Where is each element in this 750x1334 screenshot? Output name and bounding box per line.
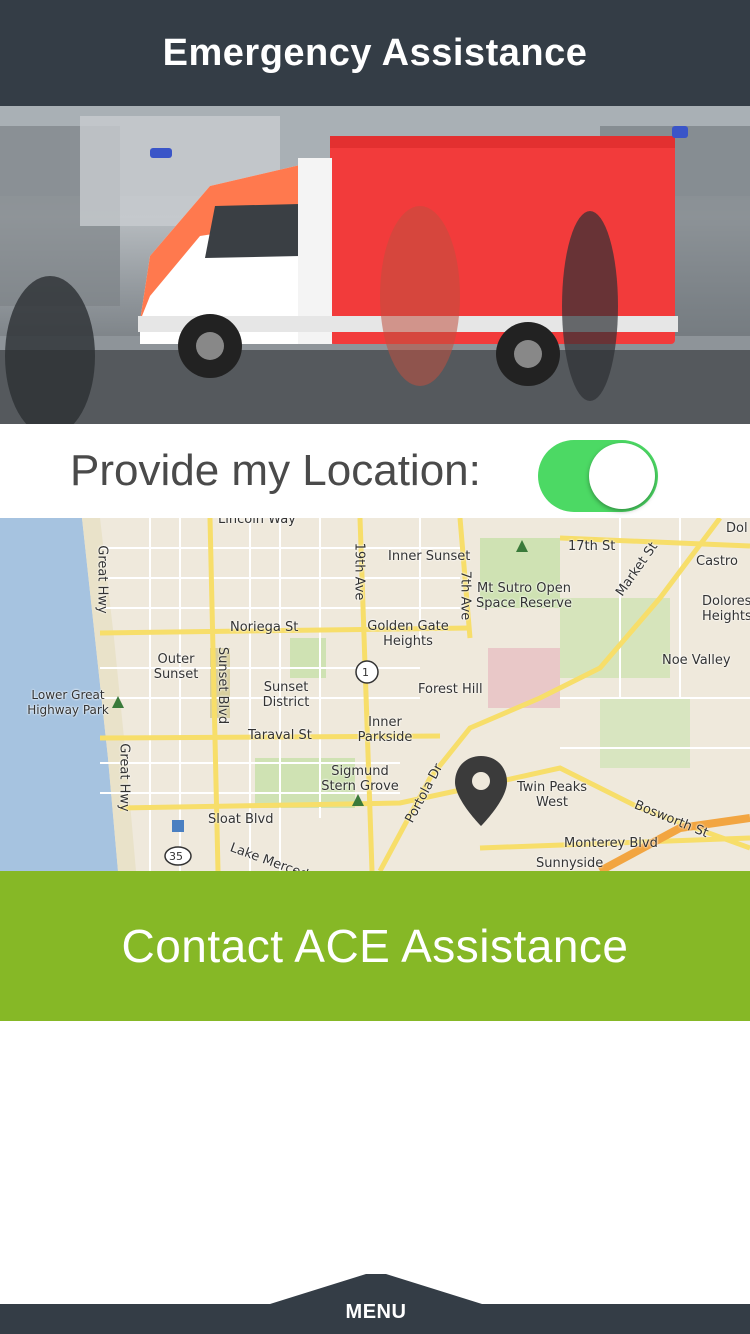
map-label: Lincoln Way (218, 518, 296, 527)
map-label: Castro (696, 554, 738, 569)
map-label: 7th Ave (457, 570, 473, 621)
map-label: Lower Great Highway Park (27, 688, 109, 717)
map-label: Taraval St (248, 728, 312, 743)
map-label: 19th Ave (351, 542, 367, 601)
location-row: Provide my Location: (0, 424, 750, 518)
location-label: Provide my Location: (70, 446, 481, 495)
map-label: Sunset Blvd (215, 646, 231, 725)
contact-assistance-button[interactable]: Contact ACE Assistance (0, 871, 750, 1021)
map-label: Inner Parkside (357, 715, 413, 745)
route-marker-label: 1 (362, 666, 369, 679)
page-title: Emergency Assistance (162, 31, 588, 74)
hero-image (0, 106, 750, 424)
menu-button[interactable]: MENU (270, 1274, 482, 1334)
map-label: Great Hwy (116, 743, 132, 812)
route-marker-label: 35 (169, 850, 183, 863)
map-label: Sigmund Stern Grove (321, 764, 399, 794)
toggle-knob (589, 443, 655, 509)
map-label: Sunnyside (536, 856, 604, 871)
map-label: Sloat Blvd (208, 812, 274, 827)
map-label: Great Hwy (94, 545, 110, 614)
map-label: Noe Valley (662, 653, 731, 668)
map-label: Monterey Blvd (564, 836, 658, 851)
map-label: 17th St (568, 539, 616, 554)
map-label: Golden Gate Heights (367, 619, 449, 649)
menu-label: MENU (345, 1301, 407, 1323)
map-view[interactable]: Lincoln Way Inner Sunset 17th St Castro … (0, 518, 750, 871)
chevron-up-icon (271, 1276, 289, 1287)
app-header: Emergency Assistance (0, 0, 750, 106)
map-label: Dolores Heights (702, 594, 750, 624)
map-label: Mt Sutro Open Space Reserve (475, 581, 572, 611)
ambulance-photo (0, 106, 750, 424)
location-pin-icon[interactable] (452, 754, 510, 828)
map-label: Inner Sunset (388, 549, 471, 564)
map-label: Forest Hill (418, 682, 483, 697)
map-label: Dol (726, 521, 748, 536)
location-toggle[interactable] (538, 440, 658, 512)
map-label: Sunset District (262, 680, 310, 710)
map-label: Twin Peaks West (516, 780, 588, 810)
map-label: Noriega St (230, 620, 299, 635)
map-label: Outer Sunset (153, 652, 199, 682)
